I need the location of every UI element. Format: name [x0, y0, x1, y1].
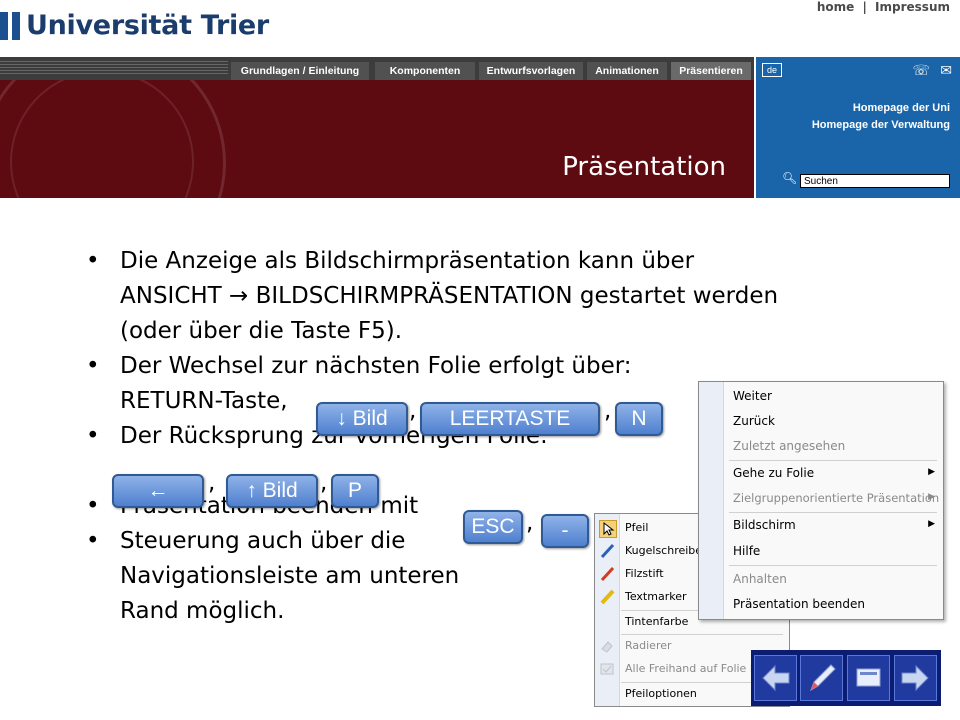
clear-icon	[599, 661, 615, 677]
menu-item-gehe-zu-folie[interactable]: Gehe zu Folie	[733, 463, 814, 483]
screen-icon[interactable]	[847, 655, 890, 701]
menu-item-tintenfarbe[interactable]: Tintenfarbe	[625, 612, 688, 632]
menu-item-praesentation-beenden[interactable]: Präsentation beenden	[733, 594, 865, 614]
bullet-item: Die Anzeige als Bildschirmpräsentation k…	[86, 244, 778, 349]
submenu-arrow-icon: ▶	[928, 467, 935, 477]
forward-arrow-icon[interactable]	[894, 655, 937, 701]
pen-icon	[599, 543, 615, 559]
tab-komponenten[interactable]: Komponenten	[375, 62, 475, 80]
search-input[interactable]	[800, 174, 950, 188]
key-down-bild: ↓ Bild	[316, 402, 408, 436]
eraser-icon	[599, 638, 615, 654]
side-panel: de ☏ ✉ Homepage der Uni Homepage der Ver…	[756, 57, 960, 198]
slideshow-context-menu: Weiter Zurück Zuletzt angesehen Gehe zu …	[698, 381, 944, 620]
top-link-separator: |	[862, 0, 867, 14]
homepage-verwaltung-link[interactable]: Homepage der Verwaltung	[812, 119, 950, 131]
menu-item-zurueck[interactable]: Zurück	[733, 411, 775, 431]
tab-animationen[interactable]: Animationen	[587, 62, 667, 80]
page-title: Präsentation	[562, 152, 726, 182]
home-link[interactable]: home	[817, 0, 854, 14]
key-up-bild: ↑ Bild	[226, 474, 318, 508]
key-leertaste: LEERTASTE	[420, 402, 600, 436]
key-n: N	[615, 402, 663, 436]
header-bar: Universität Trier home | Impressum	[0, 0, 960, 56]
tab-praesentieren[interactable]: Präsentieren	[671, 62, 751, 80]
search-icon: 🔍︎	[782, 171, 798, 185]
back-arrow-icon[interactable]	[754, 655, 797, 701]
university-logo-text[interactable]: Universität Trier	[26, 10, 269, 41]
submenu-arrow-icon: ▶	[928, 492, 935, 502]
cursor-icon	[599, 520, 617, 538]
university-logo-mark	[0, 12, 20, 40]
felt-pen-icon	[599, 566, 615, 582]
separator: ,	[604, 398, 612, 424]
menu-item-alle-freihand: Alle Freihand auf Folie lösc	[625, 662, 772, 675]
separator: ,	[526, 510, 534, 536]
university-seal-inner	[10, 80, 194, 198]
tab-entwurfsvorlagen[interactable]: Entwurfsvorlagen	[479, 62, 583, 80]
key-p: P	[331, 474, 379, 508]
menu-item-filzstift[interactable]: Filzstift	[625, 564, 664, 584]
separator: ,	[208, 470, 216, 496]
tab-grundlagen[interactable]: Grundlagen / Einleitung	[231, 62, 369, 80]
separator: ,	[409, 398, 417, 424]
phone-icon[interactable]: ☏	[912, 62, 930, 79]
menu-item-zielgruppenorientiert: Zielgruppenorientierte Präsentation	[733, 491, 940, 505]
menu-item-pfeil[interactable]: Pfeil	[625, 518, 648, 538]
impressum-link[interactable]: Impressum	[875, 0, 950, 14]
key-minus: -	[541, 514, 589, 548]
menu-item-textmarker[interactable]: Textmarker	[625, 587, 687, 607]
menu-item-anhalten: Anhalten	[733, 572, 787, 586]
submenu-arrow-icon: ▶	[928, 519, 935, 529]
menu-item-hilfe[interactable]: Hilfe	[733, 541, 760, 561]
menu-item-kugelschreiber[interactable]: Kugelschreiber	[625, 541, 707, 561]
header-banner: Präsentation	[0, 80, 754, 198]
top-links: home | Impressum	[815, 0, 952, 14]
slideshow-navigation-bar	[751, 650, 941, 706]
separator: ,	[320, 470, 328, 496]
menu-item-pfeiloptionen[interactable]: Pfeiloptionen	[625, 684, 697, 704]
pen-icon[interactable]	[800, 655, 843, 701]
menu-item-radierer: Radierer	[625, 639, 672, 652]
key-esc: ESC	[463, 510, 523, 544]
homepage-uni-link[interactable]: Homepage der Uni	[853, 102, 950, 114]
mail-icon[interactable]: ✉	[940, 62, 952, 79]
key-left-arrow: ←	[112, 474, 204, 508]
menu-item-zuletzt-angesehen: Zuletzt angesehen	[733, 439, 846, 453]
highlighter-icon	[599, 589, 615, 605]
language-switch[interactable]: de	[762, 63, 782, 77]
menu-item-weiter[interactable]: Weiter	[733, 386, 772, 406]
menu-item-bildschirm[interactable]: Bildschirm	[733, 515, 796, 535]
